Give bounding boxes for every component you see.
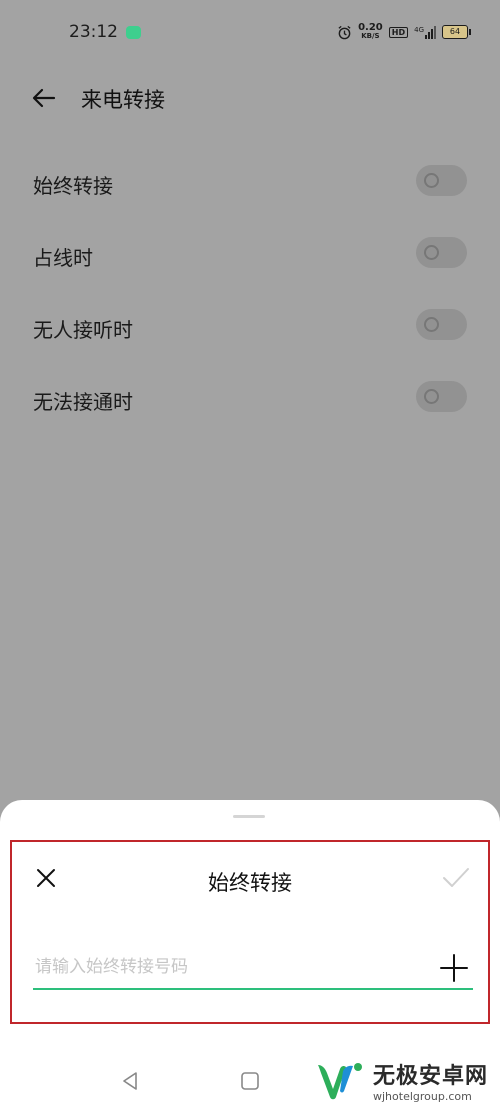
toggle-switch[interactable] [416, 165, 467, 196]
signal-icon: 4G [414, 25, 436, 39]
setting-row-always[interactable]: 始终转接 [0, 148, 500, 220]
toggle-knob [424, 245, 439, 260]
status-time: 23:12 [69, 22, 118, 42]
watermark: 无极安卓网 wjhotelgroup.com [315, 1058, 488, 1103]
toggle-switch[interactable] [416, 309, 467, 340]
setting-label: 占线时 [33, 246, 93, 270]
confirm-check-icon[interactable] [442, 866, 470, 890]
add-contact-icon[interactable] [440, 954, 468, 982]
net-speed: 0.20 KB/S [358, 23, 383, 41]
dialog-title: 始终转接 [208, 871, 292, 895]
setting-label: 始终转接 [33, 174, 113, 198]
watermark-url: wjhotelgroup.com [373, 1090, 472, 1103]
status-icons: 0.20 KB/S HD 4G 64 [337, 23, 471, 41]
setting-label: 无人接听时 [33, 318, 133, 342]
app-bar: 来电转接 [0, 70, 500, 126]
toggle-switch[interactable] [416, 237, 467, 268]
toggle-switch[interactable] [416, 381, 467, 412]
setting-row-unreachable[interactable]: 无法接通时 [0, 364, 500, 436]
page-title: 来电转接 [81, 88, 165, 112]
forwarding-number-input[interactable] [33, 946, 473, 990]
toggle-knob [424, 317, 439, 332]
app-notification-icon [126, 26, 141, 39]
forwarding-dialog: 始终转接 [10, 840, 490, 1024]
net-speed-value: 0.20 [358, 22, 383, 33]
nav-home-icon[interactable] [240, 1071, 260, 1091]
back-arrow-icon[interactable] [30, 84, 58, 112]
setting-row-busy[interactable]: 占线时 [0, 220, 500, 292]
alarm-icon [338, 25, 351, 39]
signal-label: 4G [414, 25, 424, 34]
status-bar: 23:12 0.20 KB/S HD 4G 64 [0, 0, 500, 66]
toggle-knob [424, 389, 439, 404]
net-speed-unit: KB/S [361, 32, 380, 40]
watermark-logo-icon [318, 1062, 362, 1099]
battery-icon: 64 [442, 25, 471, 39]
setting-label: 无法接通时 [33, 390, 133, 414]
nav-back-icon[interactable] [119, 1070, 141, 1092]
sheet-drag-handle[interactable] [233, 815, 265, 818]
hd-badge: HD [388, 26, 409, 38]
setting-row-no-answer[interactable]: 无人接听时 [0, 292, 500, 364]
watermark-name: 无极安卓网 [373, 1064, 489, 1089]
toggle-knob [424, 173, 439, 188]
